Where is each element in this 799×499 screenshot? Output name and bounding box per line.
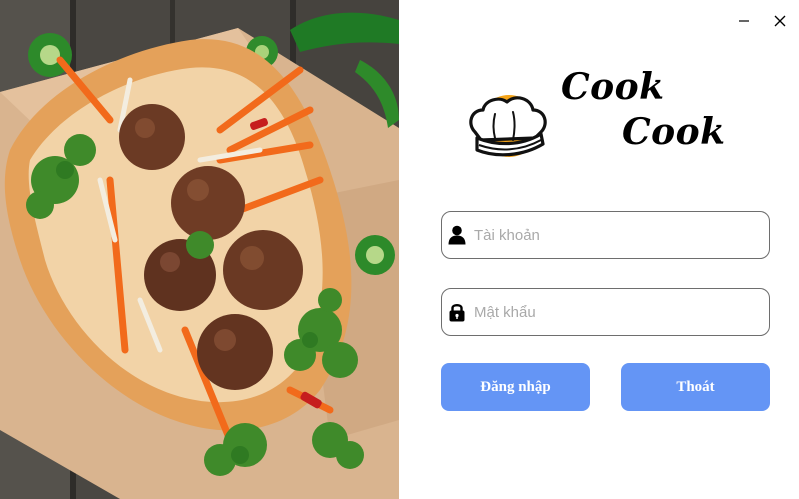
close-button[interactable] — [765, 6, 795, 36]
exit-button[interactable]: Thoát — [621, 363, 770, 411]
username-field[interactable] — [441, 211, 770, 259]
hero-food-photo — [0, 0, 399, 499]
minimize-button[interactable] — [729, 6, 759, 36]
user-icon — [448, 225, 466, 245]
minimize-icon — [739, 20, 749, 22]
login-window: Cook Cook Đăng nhập Thoát — [0, 0, 799, 499]
brand-name-line1: Cook — [561, 66, 665, 108]
lock-icon — [449, 303, 465, 322]
password-input[interactable] — [474, 289, 759, 335]
close-icon — [774, 15, 786, 27]
login-button[interactable]: Đăng nhập — [441, 363, 590, 411]
chef-hat-icon — [463, 88, 553, 160]
password-field[interactable] — [441, 288, 770, 336]
username-input[interactable] — [474, 212, 759, 258]
brand-name-line2: Cook — [622, 111, 726, 153]
